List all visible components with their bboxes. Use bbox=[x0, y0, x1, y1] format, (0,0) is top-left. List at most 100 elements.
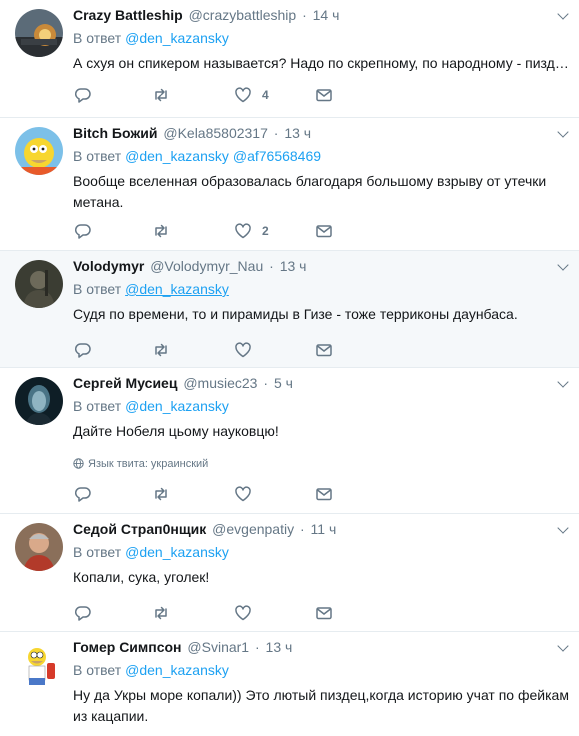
language-label: Язык твита: украинский bbox=[88, 458, 209, 470]
message-icon[interactable] bbox=[315, 485, 335, 503]
timestamp[interactable]: 13 ч bbox=[280, 258, 307, 274]
caret-down-icon[interactable] bbox=[557, 8, 569, 20]
like-icon[interactable] bbox=[234, 341, 254, 359]
separator-dot: · bbox=[273, 125, 279, 141]
mention-link[interactable]: @den_kazansky bbox=[125, 398, 229, 414]
user-handle[interactable]: @Svinar1 bbox=[187, 639, 249, 655]
reply-prefix: В ответ bbox=[73, 662, 122, 678]
mention-link[interactable]: @af76568469 bbox=[233, 148, 321, 164]
tweet[interactable]: Crazy Battleship @crazybattleship · 14 ч… bbox=[0, 0, 579, 118]
reply-prefix: В ответ bbox=[73, 398, 122, 414]
user-name[interactable]: Bitch Божий bbox=[73, 125, 157, 141]
separator-dot: · bbox=[302, 7, 307, 23]
timestamp[interactable]: 13 ч bbox=[284, 125, 311, 141]
reply-prefix: В ответ bbox=[73, 148, 122, 164]
caret-down-icon[interactable] bbox=[557, 522, 569, 534]
like-icon[interactable] bbox=[234, 485, 254, 503]
user-handle[interactable]: @Volodymyr_Nau bbox=[150, 258, 263, 274]
tweet-text: Ну да Укры море копали)) Это лютый пизде… bbox=[73, 687, 569, 724]
reply-context: В ответ @den_kazansky bbox=[73, 29, 229, 47]
like-icon[interactable] bbox=[234, 222, 254, 240]
reply-context: В ответ @den_kazansky bbox=[73, 397, 229, 415]
retweet-icon[interactable] bbox=[152, 86, 172, 104]
tweet-actions: 4 bbox=[74, 86, 374, 106]
avatar[interactable] bbox=[15, 377, 63, 425]
retweet-icon[interactable] bbox=[152, 485, 172, 503]
tweet-actions bbox=[74, 604, 374, 624]
reply-context: В ответ @den_kazansky bbox=[73, 543, 229, 561]
tweet-header: Bitch Божий @Kela85802317 · 13 ч bbox=[73, 124, 549, 142]
retweet-icon[interactable] bbox=[152, 222, 172, 240]
separator-dot: · bbox=[299, 521, 305, 537]
user-handle[interactable]: @crazybattleship bbox=[189, 7, 297, 23]
separator-dot: · bbox=[263, 375, 269, 391]
globe-icon bbox=[73, 458, 84, 469]
reply-icon[interactable] bbox=[74, 485, 94, 503]
user-handle[interactable]: @Kela85802317 bbox=[163, 125, 268, 141]
tweet-text: Копали, сука, уголек! bbox=[73, 569, 210, 585]
caret-down-icon[interactable] bbox=[557, 376, 569, 388]
avatar[interactable] bbox=[15, 9, 63, 57]
reply-icon[interactable] bbox=[74, 86, 94, 104]
reply-context: В ответ @den_kazansky bbox=[73, 661, 229, 679]
tweet[interactable]: Гомер Симпсон @Svinar1 · 13 ч В ответ @de… bbox=[0, 632, 579, 736]
reply-icon[interactable] bbox=[74, 222, 94, 240]
mention-link[interactable]: @den_kazansky bbox=[125, 148, 229, 164]
message-icon[interactable] bbox=[315, 604, 335, 622]
tweet[interactable]: Сергей Мусиец @musiec23 · 5 ч В ответ @de… bbox=[0, 368, 579, 514]
like-icon[interactable] bbox=[234, 86, 254, 104]
retweet-icon[interactable] bbox=[152, 341, 172, 359]
caret-down-icon[interactable] bbox=[557, 126, 569, 138]
user-handle[interactable]: @musiec23 bbox=[183, 375, 257, 391]
mention-link[interactable]: @den_kazansky bbox=[125, 544, 229, 560]
avatar[interactable] bbox=[15, 127, 63, 175]
reply-icon[interactable] bbox=[74, 604, 94, 622]
user-name[interactable]: Седой Страп0нщик bbox=[73, 521, 206, 537]
user-name[interactable]: Сергей Мусиец bbox=[73, 375, 177, 391]
timestamp[interactable]: 5 ч bbox=[274, 375, 293, 391]
avatar[interactable] bbox=[15, 523, 63, 571]
tweet-text: Вообще вселенная образовалась благодаря … bbox=[73, 173, 547, 210]
reply-prefix: В ответ bbox=[73, 30, 122, 46]
timestamp[interactable]: 14 ч bbox=[313, 7, 340, 23]
tweet-text: Дайте Нобеля цьому науковцю! bbox=[73, 423, 279, 439]
separator-dot: · bbox=[254, 639, 260, 655]
like-count: 4 bbox=[262, 88, 269, 102]
mention-link[interactable]: @den_kazansky bbox=[125, 662, 229, 678]
tweet[interactable]: Седой Страп0нщик @evgenpatiy · 11 ч В от… bbox=[0, 514, 579, 632]
avatar[interactable] bbox=[15, 641, 63, 689]
tweet-actions: 2 bbox=[74, 222, 374, 242]
like-count: 2 bbox=[262, 224, 269, 238]
like-icon[interactable] bbox=[234, 604, 254, 622]
timestamp[interactable]: 13 ч bbox=[266, 639, 293, 655]
tweet-header: Гомер Симпсон @Svinar1 · 13 ч bbox=[73, 638, 549, 656]
reply-context: В ответ @den_kazansky bbox=[73, 280, 229, 298]
message-icon[interactable] bbox=[315, 341, 335, 359]
tweet-header: Сергей Мусиец @musiec23 · 5 ч bbox=[73, 374, 549, 392]
caret-down-icon[interactable] bbox=[557, 259, 569, 271]
user-name[interactable]: Гомер Симпсон bbox=[73, 639, 182, 655]
tweet-text: А схуя он спикером называется? Надо по с… bbox=[73, 55, 571, 71]
tweet-language: Язык твита: украинский bbox=[73, 457, 208, 471]
reply-prefix: В ответ bbox=[73, 281, 122, 297]
reply-icon[interactable] bbox=[74, 341, 94, 359]
caret-down-icon[interactable] bbox=[557, 640, 569, 652]
mention-link[interactable]: @den_kazansky bbox=[125, 30, 229, 46]
avatar[interactable] bbox=[15, 260, 63, 308]
user-name[interactable]: Volodymyr bbox=[73, 258, 144, 274]
user-handle[interactable]: @evgenpatiy bbox=[212, 521, 294, 537]
tweet-text: Судя по времени, то и пирамиды в Гизе - … bbox=[73, 306, 518, 322]
message-icon[interactable] bbox=[315, 222, 335, 240]
timestamp[interactable]: 11 ч bbox=[311, 521, 337, 537]
tweet-header: Crazy Battleship @crazybattleship · 14 ч bbox=[73, 6, 549, 24]
tweet[interactable]: Bitch Божий @Kela85802317 · 13 ч В ответ… bbox=[0, 118, 579, 251]
retweet-icon[interactable] bbox=[152, 604, 172, 622]
tweet-header: Седой Страп0нщик @evgenpatiy · 11 ч bbox=[73, 520, 549, 538]
message-icon[interactable] bbox=[315, 86, 335, 104]
tweet-actions bbox=[74, 341, 374, 361]
tweet-header: Volodymyr @Volodymyr_Nau · 13 ч bbox=[73, 257, 549, 275]
tweet[interactable]: Volodymyr @Volodymyr_Nau · 13 ч В ответ @… bbox=[0, 251, 579, 368]
mention-link[interactable]: @den_kazansky bbox=[125, 281, 229, 297]
reply-feed: Crazy Battleship @crazybattleship · 14 ч… bbox=[0, 0, 579, 736]
user-name[interactable]: Crazy Battleship bbox=[73, 7, 183, 23]
